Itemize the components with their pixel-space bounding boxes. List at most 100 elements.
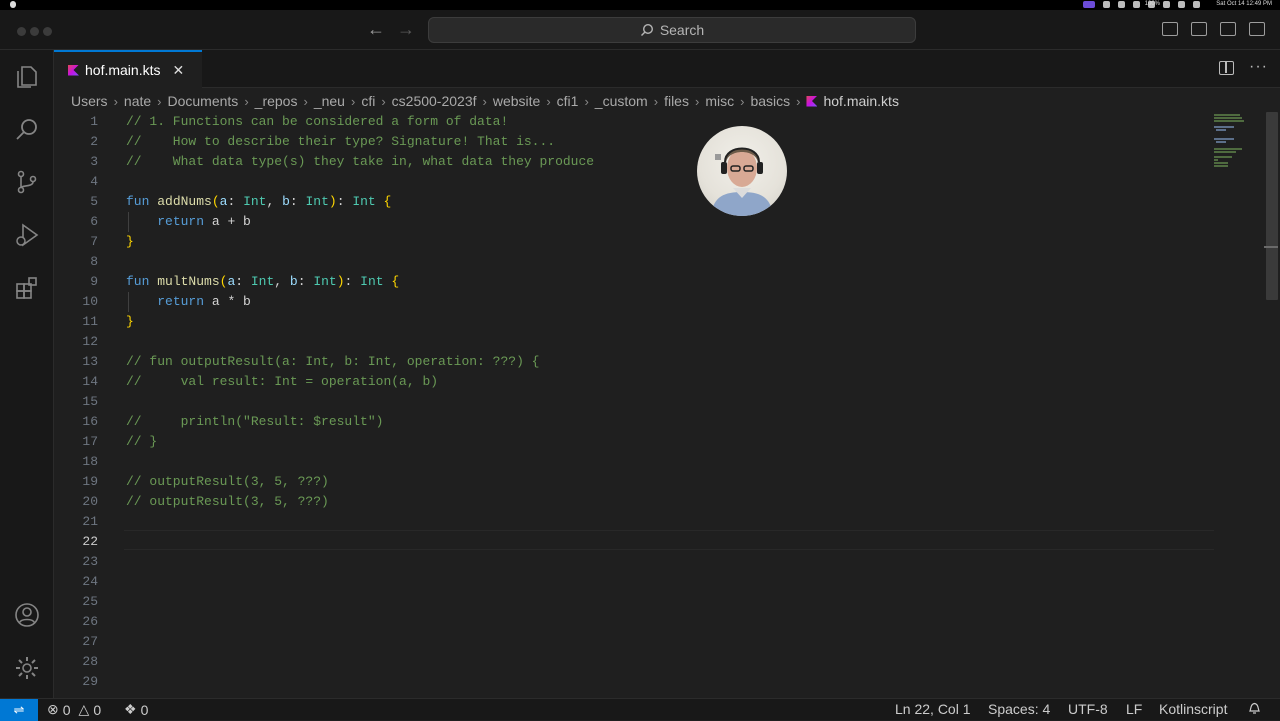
breadcrumb-item[interactable]: cfi	[361, 93, 375, 109]
line-number: 21	[82, 514, 98, 529]
run-debug-icon[interactable]	[12, 220, 42, 250]
bell-icon[interactable]	[1248, 701, 1261, 715]
type-name: Int	[360, 274, 384, 289]
gear-icon[interactable]	[12, 653, 42, 683]
source-control-icon[interactable]	[12, 167, 42, 197]
presenter-video-image	[711, 147, 773, 216]
chevron-right-icon: ›	[796, 93, 801, 109]
bracket: )	[336, 274, 345, 289]
breadcrumb-item[interactable]: cfi1	[557, 93, 579, 109]
chevron-right-icon: ›	[157, 93, 162, 109]
chevron-right-icon: ›	[350, 93, 356, 109]
command-center-search[interactable]: Search	[428, 17, 916, 43]
breadcrumb-item[interactable]: nate	[124, 93, 151, 109]
punct: ,	[274, 274, 290, 289]
breadcrumb-item[interactable]: misc	[705, 93, 734, 109]
radio-tower-icon: ❖	[124, 701, 137, 717]
zoom-window-button[interactable]	[43, 27, 52, 36]
line-number: 2	[90, 134, 98, 149]
error-count: 0	[62, 701, 71, 718]
chevron-right-icon: ›	[653, 93, 659, 109]
breadcrumb-item[interactable]: _neu	[314, 93, 345, 109]
code-line: 2 // How to describe their type? Signatur…	[54, 132, 1214, 152]
bracket: }	[126, 314, 134, 329]
explorer-icon[interactable]	[12, 62, 42, 92]
breadcrumb-item[interactable]: cs2500-2023f	[392, 93, 477, 109]
punct: :	[344, 274, 361, 289]
menubar-status-icons	[1083, 1, 1200, 8]
more-actions-icon[interactable]: ···	[1249, 58, 1268, 76]
chevron-right-icon: ›	[740, 93, 745, 109]
split-editor-icon[interactable]	[1219, 61, 1234, 75]
ports-indicator[interactable]: ❖ 0	[124, 701, 148, 718]
menubar-app-icon[interactable]	[1118, 1, 1125, 8]
apple-icon[interactable]	[10, 1, 16, 8]
chevron-right-icon: ›	[113, 93, 118, 109]
breadcrumb-item[interactable]: _repos	[255, 93, 298, 109]
language-mode[interactable]: Kotlinscript	[1159, 701, 1227, 717]
minimap[interactable]	[1212, 112, 1264, 172]
close-window-button[interactable]	[17, 27, 26, 36]
code-editor[interactable]: 1 // 1. Functions can be considered a for…	[54, 112, 1266, 698]
breadcrumb-item[interactable]: website	[493, 93, 540, 109]
account-icon[interactable]	[12, 600, 42, 630]
vertical-scrollbar[interactable]	[1264, 112, 1278, 698]
menubar-app-icon[interactable]	[1163, 1, 1170, 8]
line-number: 20	[82, 494, 98, 509]
breadcrumb: Users › nate › Documents › _repos › _neu › cf…	[71, 91, 899, 111]
code-line: 27	[54, 632, 1214, 652]
bracket: (	[211, 194, 220, 209]
param-name: b	[282, 194, 290, 209]
toggle-primary-sidebar-icon[interactable]	[1162, 22, 1178, 36]
breadcrumb-item[interactable]: files	[664, 93, 689, 109]
end-of-line[interactable]: LF	[1126, 701, 1142, 717]
breadcrumb-file[interactable]: hof.main.kts	[806, 93, 899, 109]
search-placeholder: Search	[659, 22, 705, 38]
macos-menubar: 100% Sat Oct 14 12:49 PM	[0, 0, 1280, 10]
arrow-right-icon[interactable]: →	[397, 20, 415, 38]
warning-count: 0	[93, 701, 102, 718]
screen-record-icon[interactable]	[1083, 1, 1095, 8]
menubar-app-icon[interactable]	[1133, 1, 1140, 8]
menubar-clock[interactable]: Sat Oct 14 12:49 PM	[1216, 1, 1272, 7]
line-number: 1	[90, 114, 98, 129]
minimize-window-button[interactable]	[30, 27, 39, 36]
problems-indicator[interactable]: ⊗ 0 △ 0	[47, 701, 101, 718]
scrollbar-thumb[interactable]	[1266, 112, 1278, 300]
type-name: Int	[243, 194, 267, 209]
chevron-right-icon: ›	[584, 93, 589, 109]
punct: :	[297, 274, 314, 289]
bluetooth-icon[interactable]	[1178, 1, 1185, 8]
indentation[interactable]: Spaces: 4	[988, 701, 1050, 717]
toggle-secondary-sidebar-icon[interactable]	[1220, 22, 1236, 36]
line-number: 16	[82, 414, 98, 429]
keyword: return	[157, 214, 205, 229]
chevron-right-icon: ›	[303, 93, 308, 109]
encoding[interactable]: UTF-8	[1068, 701, 1108, 717]
cursor-position[interactable]: Ln 22, Col 1	[895, 701, 971, 717]
close-icon[interactable]: ✕	[172, 62, 184, 79]
extensions-icon[interactable]	[12, 273, 42, 303]
code-text: // outputResult(3, 5, ???)	[126, 494, 329, 509]
title-bar: ← → Search	[0, 10, 1280, 50]
menubar-app-icon[interactable]	[1103, 1, 1110, 8]
code-text: // 1. Functions can be considered a form…	[126, 114, 509, 129]
customize-layout-icon[interactable]	[1249, 22, 1265, 36]
breadcrumb-item[interactable]: Documents	[168, 93, 239, 109]
keyword: fun	[126, 274, 150, 289]
breadcrumb-item[interactable]: Users	[71, 93, 108, 109]
type-name: Int	[313, 274, 337, 289]
error-icon: ⊗	[47, 701, 59, 717]
code-text: // }	[126, 434, 158, 449]
arrow-left-icon[interactable]: ←	[367, 20, 385, 38]
search-icon[interactable]	[12, 114, 42, 144]
warning-icon: △	[78, 701, 90, 717]
chevron-right-icon: ›	[482, 93, 487, 109]
breadcrumb-item[interactable]: _custom	[595, 93, 648, 109]
volume-icon[interactable]	[1193, 1, 1200, 8]
tab-hof-main-kts[interactable]: hof.main.kts ✕	[54, 50, 202, 88]
code-line: 21	[54, 512, 1214, 532]
breadcrumb-item[interactable]: basics	[750, 93, 790, 109]
toggle-panel-icon[interactable]	[1191, 22, 1207, 36]
remote-indicator-icon[interactable]: ⇌	[0, 699, 38, 721]
